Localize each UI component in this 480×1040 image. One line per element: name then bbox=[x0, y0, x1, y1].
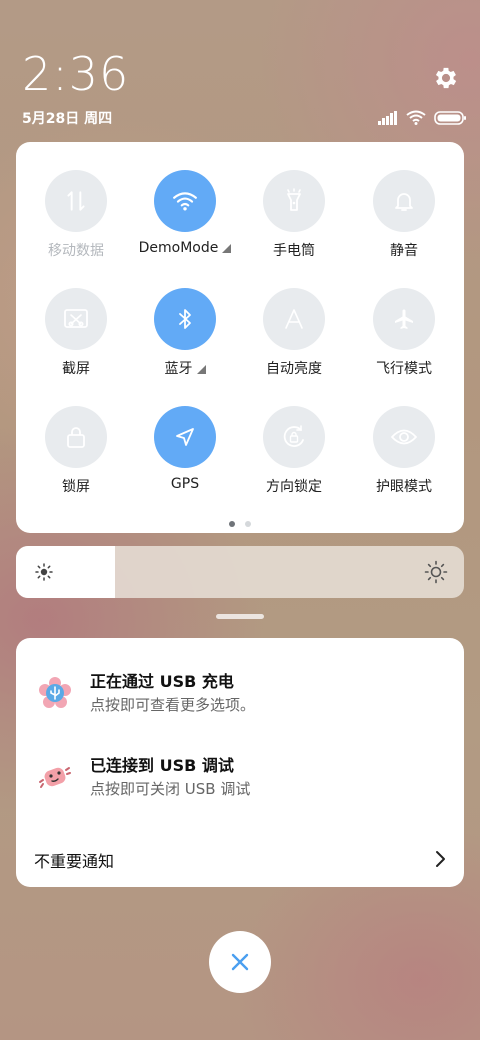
drag-handle[interactable] bbox=[216, 614, 264, 619]
tile-gps-button[interactable] bbox=[154, 406, 216, 468]
chevron-right-icon[interactable] bbox=[434, 850, 446, 868]
tile-label: 自动亮度 bbox=[266, 361, 322, 377]
tile-rotation-lock-button[interactable] bbox=[263, 406, 325, 468]
expand-arrow-icon[interactable] bbox=[196, 364, 206, 374]
flashlight-icon bbox=[287, 188, 301, 211]
tile-label: 截屏 bbox=[62, 361, 90, 377]
page-indicator bbox=[16, 521, 464, 527]
date-label: 5月28日 周四 bbox=[22, 111, 113, 127]
tile-eye-comfort[interactable]: 护眼模式 bbox=[349, 406, 459, 506]
brightness-fill bbox=[16, 546, 115, 598]
signal-icon bbox=[378, 110, 397, 125]
notification-subtitle: 点按即可查看更多选项。 bbox=[90, 696, 256, 714]
tile-label: 护眼模式 bbox=[376, 479, 432, 495]
tile-silent[interactable]: 静音 bbox=[349, 170, 459, 270]
tile-wifi-button[interactable] bbox=[154, 170, 216, 232]
tile-rotation-lock[interactable]: 方向锁定 bbox=[239, 406, 349, 506]
brightness-slider[interactable] bbox=[16, 546, 464, 598]
minor-notifications-label[interactable]: 不重要通知 bbox=[34, 848, 114, 872]
notification-card: 正在通过 USB 充电 点按即可查看更多选项。 已连接到 USB 调试 点按即可… bbox=[16, 638, 464, 887]
tile-wifi[interactable]: DemoMode bbox=[130, 170, 240, 270]
usb-debug-icon bbox=[39, 767, 71, 788]
page-dot[interactable] bbox=[245, 521, 251, 527]
battery-icon bbox=[434, 110, 466, 125]
location-arrow-icon bbox=[176, 428, 194, 446]
notification-usb-charging[interactable]: 正在通过 USB 充电 点按即可查看更多选项。 bbox=[16, 666, 464, 726]
tile-label: 锁屏 bbox=[62, 479, 90, 495]
tile-label: 蓝牙 bbox=[130, 358, 240, 378]
tile-lock-screen[interactable]: 锁屏 bbox=[21, 406, 131, 506]
rotation-lock-icon bbox=[283, 425, 304, 447]
page-dot[interactable] bbox=[229, 521, 235, 527]
lock-icon bbox=[67, 427, 85, 448]
mobile-data-icon bbox=[67, 191, 85, 211]
tile-lock-screen-button[interactable] bbox=[45, 406, 107, 468]
tile-flashlight[interactable]: 手电筒 bbox=[239, 170, 349, 270]
expand-arrow-icon[interactable] bbox=[222, 243, 232, 253]
airplane-icon bbox=[395, 309, 413, 329]
settings-gear-icon[interactable] bbox=[432, 64, 460, 92]
status-icons bbox=[378, 110, 466, 125]
tile-silent-button[interactable] bbox=[373, 170, 435, 232]
tile-flashlight-button[interactable] bbox=[263, 170, 325, 232]
bluetooth-icon bbox=[179, 309, 191, 329]
tile-label: 静音 bbox=[390, 243, 418, 259]
tile-gps[interactable]: GPS bbox=[130, 406, 240, 506]
tile-auto-brightness[interactable]: 自动亮度 bbox=[239, 288, 349, 388]
bell-icon bbox=[395, 193, 413, 211]
tile-mobile-data[interactable]: 移动数据 bbox=[21, 170, 131, 270]
tile-mobile-data-button[interactable] bbox=[45, 170, 107, 232]
brightness-high-icon bbox=[424, 560, 448, 584]
wifi-icon bbox=[173, 192, 197, 211]
tile-bluetooth-button[interactable] bbox=[154, 288, 216, 350]
brightness-low-icon bbox=[35, 563, 53, 581]
tile-auto-brightness-button[interactable] bbox=[263, 288, 325, 350]
tile-label: 移动数据 bbox=[48, 243, 104, 259]
wifi-status-icon bbox=[406, 110, 426, 125]
clock: 2:36 bbox=[22, 47, 130, 101]
notification-title: 已连接到 USB 调试 bbox=[90, 756, 234, 775]
eye-icon bbox=[391, 429, 417, 445]
close-icon bbox=[231, 953, 249, 971]
tile-eye-comfort-button[interactable] bbox=[373, 406, 435, 468]
notification-title: 正在通过 USB 充电 bbox=[90, 672, 234, 691]
clear-all-button[interactable] bbox=[209, 931, 271, 993]
tile-label: GPS bbox=[170, 476, 200, 492]
tile-bluetooth[interactable]: 蓝牙 bbox=[130, 288, 240, 388]
notification-usb-debug[interactable]: 已连接到 USB 调试 点按即可关闭 USB 调试 bbox=[16, 750, 464, 810]
auto-brightness-icon bbox=[285, 309, 303, 329]
quick-settings-panel: 移动数据 DemoMode 手电筒 静音 截屏 蓝牙 自动亮度 飞行模式 锁屏 … bbox=[16, 142, 464, 533]
tile-label: 方向锁定 bbox=[266, 479, 322, 495]
tile-label: DemoMode bbox=[130, 240, 240, 256]
tile-screenshot-button[interactable] bbox=[45, 288, 107, 350]
tile-screenshot[interactable]: 截屏 bbox=[21, 288, 131, 388]
tile-airplane-mode-button[interactable] bbox=[373, 288, 435, 350]
usb-charging-icon bbox=[39, 677, 71, 708]
screenshot-icon bbox=[64, 309, 88, 328]
notification-subtitle: 点按即可关闭 USB 调试 bbox=[90, 780, 251, 798]
tile-label: 手电筒 bbox=[273, 243, 315, 259]
tile-airplane-mode[interactable]: 飞行模式 bbox=[349, 288, 459, 388]
tile-label: 飞行模式 bbox=[376, 361, 432, 377]
